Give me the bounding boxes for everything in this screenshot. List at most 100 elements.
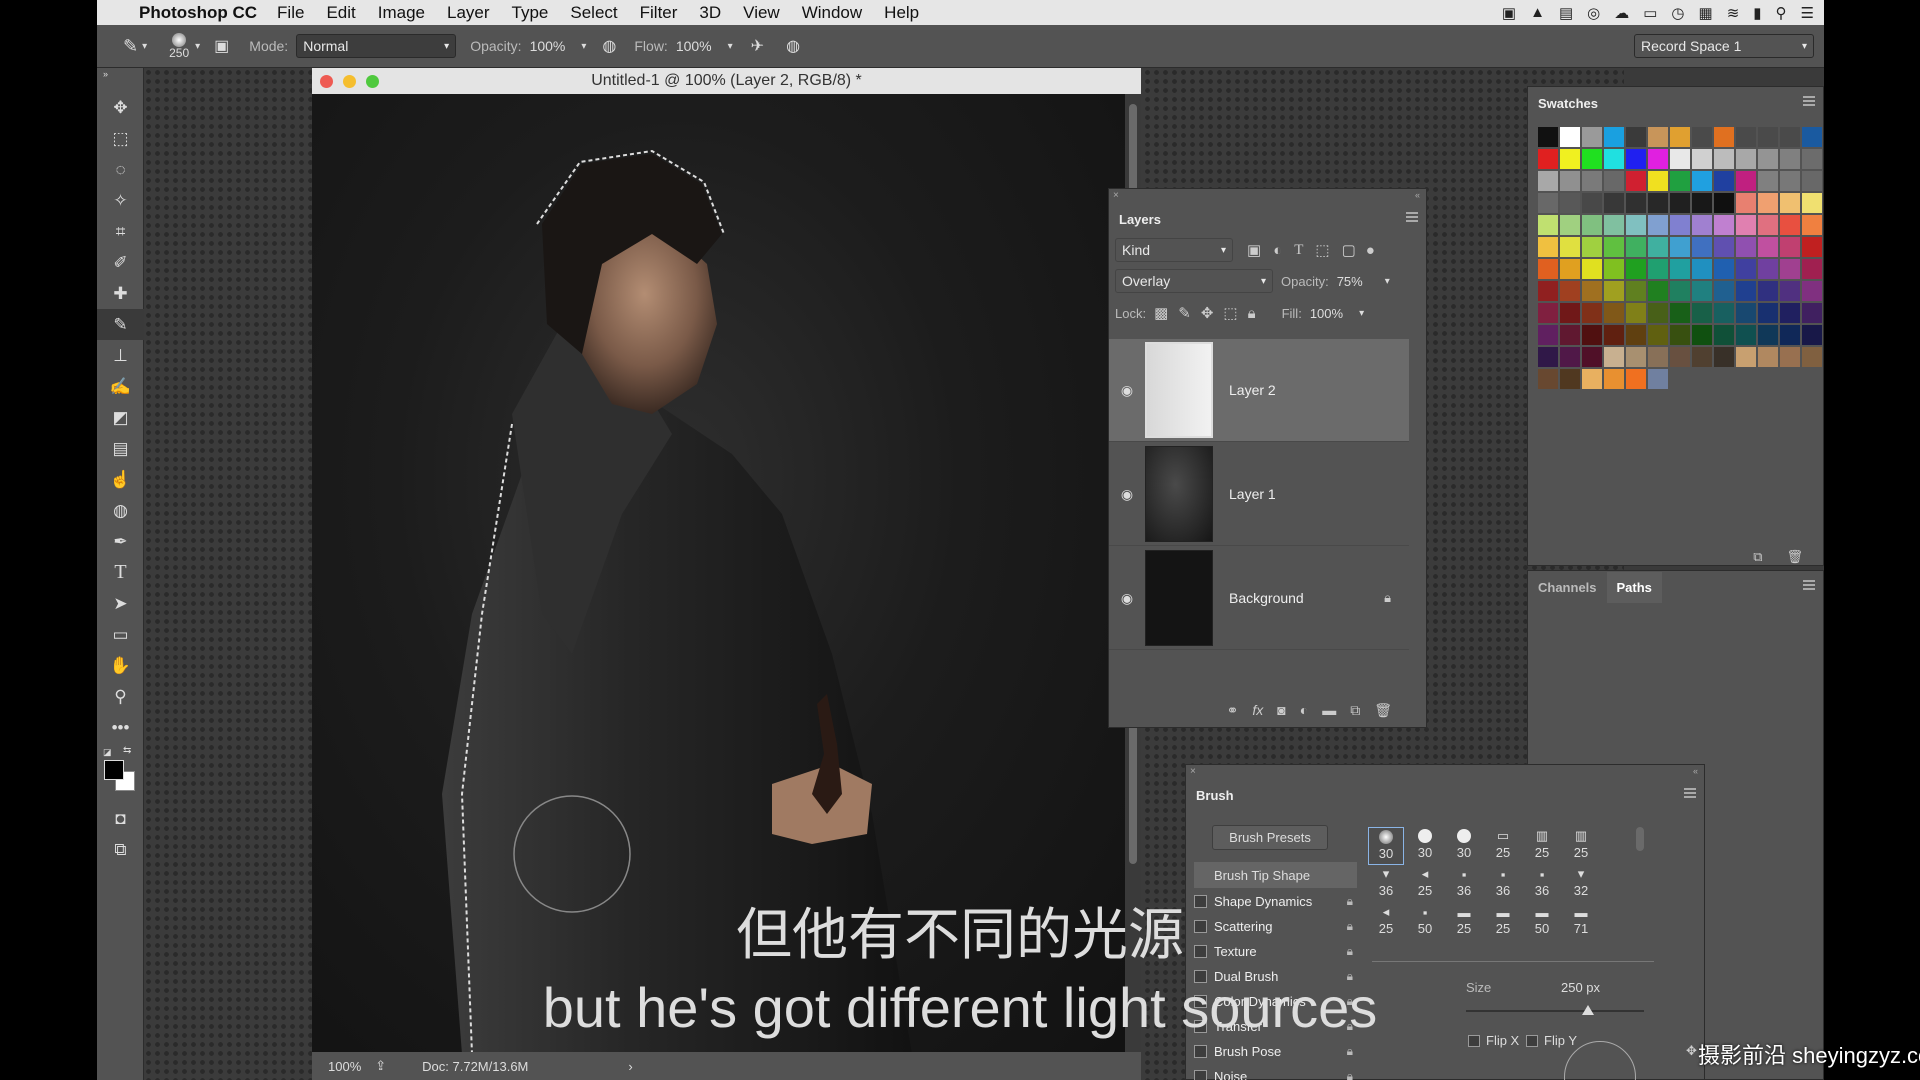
color-swatch[interactable] [1780, 281, 1800, 301]
color-swatch[interactable] [1648, 303, 1668, 323]
menu-filter[interactable]: Filter [640, 3, 678, 23]
color-swatch[interactable] [1780, 193, 1800, 213]
color-swatch[interactable] [1692, 347, 1712, 367]
panel-menu-icon[interactable] [1803, 96, 1815, 106]
brush-panel-toggle-icon[interactable]: ▣ [214, 36, 229, 56]
color-swatch[interactable] [1692, 215, 1712, 235]
lasso-tool-icon[interactable]: ◌ [97, 154, 144, 185]
menu-edit[interactable]: Edit [326, 3, 355, 23]
blend-mode-select[interactable]: Overlay ▾ [1115, 269, 1273, 293]
chevron-down-icon[interactable]: ▾ [581, 41, 586, 52]
color-swatch[interactable] [1736, 325, 1756, 345]
color-swatch[interactable] [1714, 325, 1734, 345]
color-swatch[interactable] [1648, 149, 1668, 169]
layer-thumbnail[interactable] [1145, 446, 1213, 542]
healing-brush-tool-icon[interactable]: ✚ [97, 278, 144, 309]
color-swatch[interactable] [1604, 237, 1624, 257]
clone-stamp-tool-icon[interactable]: ⊥ [97, 340, 144, 371]
color-swatch[interactable] [1560, 237, 1580, 257]
color-swatch[interactable] [1692, 281, 1712, 301]
delete-layer-icon[interactable]: 🗑︎ [1374, 702, 1392, 719]
color-swatch[interactable] [1582, 127, 1602, 147]
color-swatch[interactable] [1736, 259, 1756, 279]
checkbox[interactable] [1194, 1070, 1207, 1080]
pressure-size-icon[interactable]: ◍ [786, 36, 800, 56]
layer-thumbnail[interactable] [1145, 342, 1213, 438]
history-brush-tool-icon[interactable]: ✍ [97, 371, 144, 402]
smudge-tool-icon[interactable]: ☝ [97, 464, 144, 495]
color-swatch[interactable] [1538, 281, 1558, 301]
layer-style-icon[interactable]: fx [1252, 702, 1263, 719]
color-swatch[interactable] [1626, 237, 1646, 257]
brush-tip[interactable]: 30 [1446, 827, 1482, 865]
lock-image-icon[interactable]: ✎ [1178, 304, 1191, 322]
zoom-tool-icon[interactable]: ⚲ [97, 681, 144, 712]
color-swatch[interactable] [1648, 281, 1668, 301]
eyedropper-tool-icon[interactable]: ✐ [97, 247, 144, 278]
lock-icon[interactable]: 🔒︎ [1347, 1069, 1353, 1080]
new-layer-icon[interactable]: ⧉ [1350, 702, 1360, 719]
menu-window[interactable]: Window [802, 3, 862, 23]
color-swatch[interactable] [1582, 237, 1602, 257]
type-tool-icon[interactable]: T [97, 557, 144, 588]
color-swatch[interactable] [1582, 149, 1602, 169]
color-swatch[interactable] [1560, 281, 1580, 301]
color-swatch[interactable] [1582, 369, 1602, 389]
menu-type[interactable]: Type [512, 3, 549, 23]
color-swatch[interactable] [1604, 347, 1624, 367]
chevron-down-icon[interactable]: ▾ [1359, 308, 1364, 319]
color-swatch[interactable] [1626, 149, 1646, 169]
color-swatch[interactable] [1538, 127, 1558, 147]
camera-icon[interactable]: ▣ [1502, 4, 1516, 22]
color-swatch[interactable] [1538, 259, 1558, 279]
color-swatch[interactable] [1714, 237, 1734, 257]
crop-tool-icon[interactable]: ⌗ [97, 216, 144, 247]
color-swatch[interactable] [1692, 149, 1712, 169]
color-swatch[interactable] [1648, 259, 1668, 279]
color-swatch[interactable] [1560, 347, 1580, 367]
brush-presets-button[interactable]: Brush Presets [1212, 825, 1328, 850]
color-swatch[interactable] [1802, 215, 1822, 235]
color-swatch[interactable] [1736, 149, 1756, 169]
color-swatch[interactable] [1758, 281, 1778, 301]
visibility-eye-icon[interactable]: ◉ [1109, 590, 1145, 607]
lock-all-icon[interactable]: 🔒︎ [1248, 305, 1256, 322]
hand-tool-icon[interactable]: ✋ [97, 650, 144, 681]
layer-opacity-value[interactable]: 75% [1337, 274, 1363, 289]
color-swatch[interactable] [1736, 193, 1756, 213]
menu-layer[interactable]: Layer [447, 3, 490, 23]
color-swatch[interactable] [1648, 325, 1668, 345]
color-swatch[interactable] [1604, 259, 1624, 279]
drive-icon[interactable]: ▲ [1530, 4, 1545, 21]
link-layers-icon[interactable]: ⚭ [1227, 702, 1239, 719]
color-swatch[interactable] [1560, 193, 1580, 213]
collapse-icon[interactable]: » [97, 68, 144, 80]
airbrush-icon[interactable]: ✈ [751, 36, 764, 56]
color-swatch[interactable] [1736, 347, 1756, 367]
keyboard-icon[interactable]: ▦ [1699, 4, 1713, 22]
color-swatch[interactable] [1758, 171, 1778, 191]
color-swatch[interactable] [1670, 193, 1690, 213]
color-swatch[interactable] [1582, 303, 1602, 323]
color-swatch[interactable] [1626, 347, 1646, 367]
layer-row-layer-1[interactable]: ◉ Layer 1 [1109, 443, 1409, 546]
chevron-down-icon[interactable]: ▾ [728, 41, 733, 52]
color-swatch[interactable] [1670, 215, 1690, 235]
panel-collapse-icon[interactable]: « [1415, 190, 1420, 200]
layer-name[interactable]: Background [1229, 590, 1384, 606]
tip-grid-scrollbar[interactable] [1636, 827, 1644, 851]
color-swatch[interactable] [1714, 171, 1734, 191]
color-swatch[interactable] [1780, 303, 1800, 323]
color-swatch[interactable] [1670, 127, 1690, 147]
color-swatch[interactable] [1736, 127, 1756, 147]
notification-icon[interactable]: ☰ [1801, 4, 1814, 22]
color-swatch[interactable] [1692, 171, 1712, 191]
move-tool-icon[interactable]: ✥ [97, 92, 144, 123]
color-swatch[interactable] [1582, 281, 1602, 301]
panel-collapse-icon[interactable]: « [1693, 766, 1698, 776]
color-swatch[interactable] [1560, 171, 1580, 191]
color-swatch[interactable] [1758, 303, 1778, 323]
color-swatch[interactable] [1582, 193, 1602, 213]
color-swatch[interactable] [1604, 127, 1624, 147]
quick-select-tool-icon[interactable]: ✧ [97, 185, 144, 216]
